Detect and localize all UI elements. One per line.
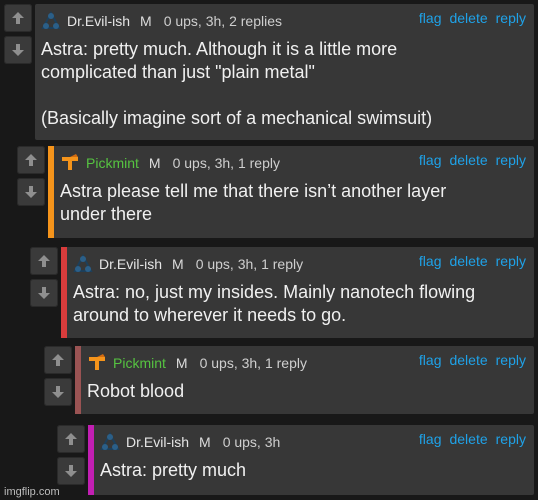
upvote-button[interactable] xyxy=(30,247,58,275)
arrow-up-icon xyxy=(65,433,77,445)
reply-link[interactable]: reply xyxy=(496,431,526,447)
comment-stats: 0 ups, 3h xyxy=(222,434,281,450)
dr-evil-avatar-icon[interactable] xyxy=(100,432,120,452)
vote-controls xyxy=(17,146,45,238)
comment-body: Dr.Evil-ish M 0 ups, 3h, 1 reply flag de… xyxy=(61,247,534,338)
vote-controls xyxy=(30,247,58,338)
downvote-button[interactable] xyxy=(4,36,32,64)
arrow-down-icon xyxy=(65,465,77,477)
delete-link[interactable]: delete xyxy=(449,253,487,269)
downvote-button[interactable] xyxy=(30,279,58,307)
arrow-down-icon xyxy=(12,44,24,56)
username[interactable]: Pickmint xyxy=(113,355,166,371)
flag-link[interactable]: flag xyxy=(419,10,442,26)
flag-link[interactable]: flag xyxy=(419,253,442,269)
arrow-down-icon xyxy=(52,386,64,398)
arrow-up-icon xyxy=(38,255,50,267)
mod-badge: M xyxy=(172,256,184,272)
mod-badge: M xyxy=(140,13,152,29)
username[interactable]: Pickmint xyxy=(86,155,139,171)
reply-link[interactable]: reply xyxy=(496,352,526,368)
comment-stats: 0 ups, 3h, 1 reply xyxy=(172,155,280,171)
reply-link[interactable]: reply xyxy=(496,253,526,269)
downvote-button[interactable] xyxy=(44,378,72,406)
arrow-down-icon xyxy=(25,186,37,198)
flag-link[interactable]: flag xyxy=(419,152,442,168)
vote-controls xyxy=(4,4,32,140)
comment-stats: 0 ups, 3h, 1 reply xyxy=(199,355,307,371)
comment-body: Pickmint M 0 ups, 3h, 1 reply flag delet… xyxy=(75,346,534,414)
comment-actions: flag delete reply xyxy=(419,10,526,26)
upvote-button[interactable] xyxy=(4,4,32,32)
comment-body: Dr.Evil-ish M 0 ups, 3h, 2 replies flag … xyxy=(35,4,534,140)
pickmint-avatar-icon[interactable] xyxy=(87,353,107,373)
dr-evil-avatar-icon[interactable] xyxy=(73,254,93,274)
delete-link[interactable]: delete xyxy=(449,152,487,168)
reply-link[interactable]: reply xyxy=(496,10,526,26)
upvote-button[interactable] xyxy=(57,425,85,453)
comment-actions: flag delete reply xyxy=(419,352,526,368)
reply-link[interactable]: reply xyxy=(496,152,526,168)
comment-body: Pickmint M 0 ups, 3h, 1 reply flag delet… xyxy=(48,146,534,238)
mod-badge: M xyxy=(199,434,211,450)
mod-badge: M xyxy=(175,355,188,371)
comment: Pickmint M 0 ups, 3h, 1 reply flag delet… xyxy=(17,146,534,238)
upvote-button[interactable] xyxy=(17,146,45,174)
mod-badge: M xyxy=(148,155,161,171)
arrow-down-icon xyxy=(38,287,50,299)
delete-link[interactable]: delete xyxy=(449,431,487,447)
comment: Dr.Evil-ish M 0 ups, 3h flag delete repl… xyxy=(57,425,534,495)
delete-link[interactable]: delete xyxy=(449,352,487,368)
downvote-button[interactable] xyxy=(57,457,85,485)
upvote-button[interactable] xyxy=(44,346,72,374)
comment-text: Astra: no, just my insides. Mainly nanot… xyxy=(73,282,476,325)
arrow-up-icon xyxy=(12,12,24,24)
comment: Dr.Evil-ish M 0 ups, 3h, 2 replies flag … xyxy=(4,4,534,140)
arrow-up-icon xyxy=(52,354,64,366)
comment-body: Dr.Evil-ish M 0 ups, 3h flag delete repl… xyxy=(88,425,534,495)
dr-evil-avatar-icon[interactable] xyxy=(41,11,61,31)
comment-actions: flag delete reply xyxy=(419,152,526,168)
username[interactable]: Dr.Evil-ish xyxy=(99,256,162,272)
comment-text: Astra: pretty much. Although it is a lit… xyxy=(41,39,433,128)
comment: Dr.Evil-ish M 0 ups, 3h, 1 reply flag de… xyxy=(30,247,534,338)
delete-link[interactable]: delete xyxy=(449,10,487,26)
comment-actions: flag delete reply xyxy=(419,253,526,269)
comment: Pickmint M 0 ups, 3h, 1 reply flag delet… xyxy=(44,346,534,414)
comment-stats: 0 ups, 3h, 1 reply xyxy=(195,256,304,272)
comment-stats: 0 ups, 3h, 2 replies xyxy=(163,13,282,29)
username[interactable]: Dr.Evil-ish xyxy=(126,434,189,450)
pickmint-avatar-icon[interactable] xyxy=(60,153,80,173)
vote-controls xyxy=(44,346,72,414)
comment-text: Robot blood xyxy=(87,381,185,401)
username[interactable]: Dr.Evil-ish xyxy=(67,13,130,29)
comment-text: Astra: pretty much xyxy=(100,460,247,480)
comment-actions: flag delete reply xyxy=(419,431,526,447)
downvote-button[interactable] xyxy=(17,178,45,206)
flag-link[interactable]: flag xyxy=(419,431,442,447)
flag-link[interactable]: flag xyxy=(419,352,442,368)
comment-text: Astra please tell me that there isn’t an… xyxy=(60,181,447,224)
arrow-up-icon xyxy=(25,154,37,166)
imgflip-watermark: imgflip.com xyxy=(4,486,60,498)
vote-controls xyxy=(57,425,85,495)
